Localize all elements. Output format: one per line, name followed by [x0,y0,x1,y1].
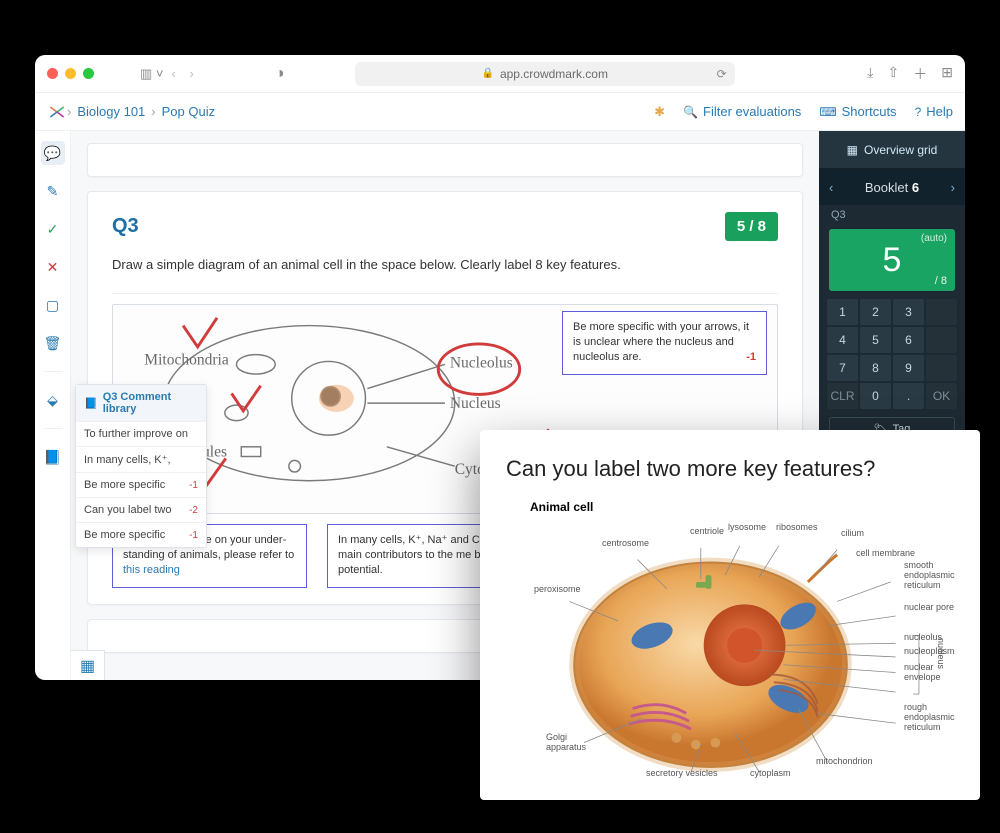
question-prompt: Draw a simple diagram of an animal cell … [112,255,778,275]
grid-view-button[interactable]: ▦ [71,650,105,680]
nav-back-forward[interactable]: ‹ › [172,66,199,81]
prev-booklet-button[interactable]: ‹ [829,180,833,195]
key-2[interactable]: 2 [860,299,891,325]
tool-strip: 💬 ✎ ✓ ✕ ▢ 🗑 ⬙ 📘 [35,131,71,680]
maximize-window-button[interactable] [83,68,94,79]
lock-icon: 🔒 [481,68,493,79]
new-tab-icon[interactable]: ＋ [913,64,927,84]
comment-tool[interactable]: 💬 [41,141,65,165]
comment-item[interactable]: Can you label two-2 [76,497,206,522]
key-1[interactable]: 1 [827,299,858,325]
keyboard-icon: ⌨ [819,105,836,119]
key-8[interactable]: 8 [860,355,891,381]
browser-chrome: ▥ ˅ ‹ › ◑ 🔒 app.crowdmark.com ⟳ ⤓ ⇧ ＋ ⊞ [35,55,965,93]
popover-header: 📘Q3 Comment library [76,385,206,421]
download-icon[interactable]: ⤓ [867,64,873,84]
check-tool[interactable]: ✓ [41,217,65,241]
key-blank [926,355,957,381]
eraser-tool[interactable]: ⬙ [41,388,65,412]
cross-tool[interactable]: ✕ [41,255,65,279]
box-tool[interactable]: ▢ [41,293,65,317]
svg-text:Mitochondria: Mitochondria [144,351,229,368]
popup-subtitle: Animal cell [530,500,954,514]
key-5[interactable]: 5 [860,327,891,353]
search-icon: 🔍 [683,105,698,119]
shortcuts-link[interactable]: ⌨Shortcuts [819,104,896,119]
svg-text:Nucleolus: Nucleolus [450,354,513,371]
prev-card-peek [87,143,803,177]
key-dot[interactable]: . [893,383,924,409]
help-link[interactable]: ?Help [915,104,953,119]
filter-evaluations-link[interactable]: 🔍Filter evaluations [683,104,801,119]
url-text: app.crowdmark.com [500,67,608,81]
feedback-detail-popup: Can you label two more key features? Ani… [480,430,980,800]
cell-diagram: centriole lysosome ribosomes cilium cent… [506,520,954,790]
overview-grid-button[interactable]: ▦ Overview grid [819,131,965,169]
feedback-top[interactable]: Be more specific with your arrows, it is… [562,311,767,375]
share-icon[interactable]: ⇧ [888,64,900,84]
comment-item[interactable]: To further improve on [76,421,206,446]
app-logo [47,102,67,122]
svg-text:Nucleus: Nucleus [450,395,501,412]
grid-icon: ▦ [847,143,858,157]
key-4[interactable]: 4 [827,327,858,353]
score-keypad: 1 2 3 4 5 6 7 8 9 CLR 0 . OK [819,299,965,409]
comment-item[interactable]: Be more specific-1 [76,522,206,547]
crumb-course[interactable]: Biology 101 [77,104,145,119]
loading-spinner-icon: ✱ [654,104,665,120]
app-header: › Biology 101 › Pop Quiz ✱ 🔍Filter evalu… [35,93,965,131]
library-tool[interactable]: 📘 [41,445,65,469]
reload-icon[interactable]: ⟳ [717,67,727,81]
key-0[interactable]: 0 [860,383,891,409]
sidebar-toggle-icon[interactable]: ▥ ˅ [140,66,164,82]
question-title: Q3 [112,215,139,238]
feedback-delta: -1 [746,350,756,365]
book-icon: 📘 [84,397,98,410]
key-7[interactable]: 7 [827,355,858,381]
feedback-link[interactable]: this reading [123,564,180,576]
traffic-lights [47,68,94,79]
url-bar[interactable]: 🔒 app.crowdmark.com ⟳ [355,62,735,86]
key-ok[interactable]: OK [926,383,957,409]
shield-icon[interactable]: ◑ [275,65,285,83]
crumb-assessment[interactable]: Pop Quiz [162,104,215,119]
delete-tool[interactable]: 🗑 [41,331,65,355]
key-blank [926,299,957,325]
question-indicator: Q3 [819,205,965,225]
pen-tool[interactable]: ✎ [41,179,65,203]
close-window-button[interactable] [47,68,58,79]
breadcrumbs: › Biology 101 › Pop Quiz [67,104,215,119]
key-6[interactable]: 6 [893,327,924,353]
key-clr[interactable]: CLR [827,383,858,409]
comment-item[interactable]: In many cells, K⁺, [76,446,206,472]
help-icon: ? [915,105,922,119]
key-blank [926,327,957,353]
score-display[interactable]: (auto) 5 / 8 [829,229,955,291]
popup-title: Can you label two more key features? [506,456,954,482]
key-3[interactable]: 3 [893,299,924,325]
booklet-nav: ‹ Booklet 6 › [819,169,965,205]
next-booklet-button[interactable]: › [951,180,955,195]
score-badge: 5 / 8 [725,212,778,241]
comment-item[interactable]: Be more specific-1 [76,472,206,497]
comment-library-popover: 📘Q3 Comment library To further improve o… [75,384,207,548]
key-9[interactable]: 9 [893,355,924,381]
tabs-icon[interactable]: ⊞ [941,64,953,84]
minimize-window-button[interactable] [65,68,76,79]
